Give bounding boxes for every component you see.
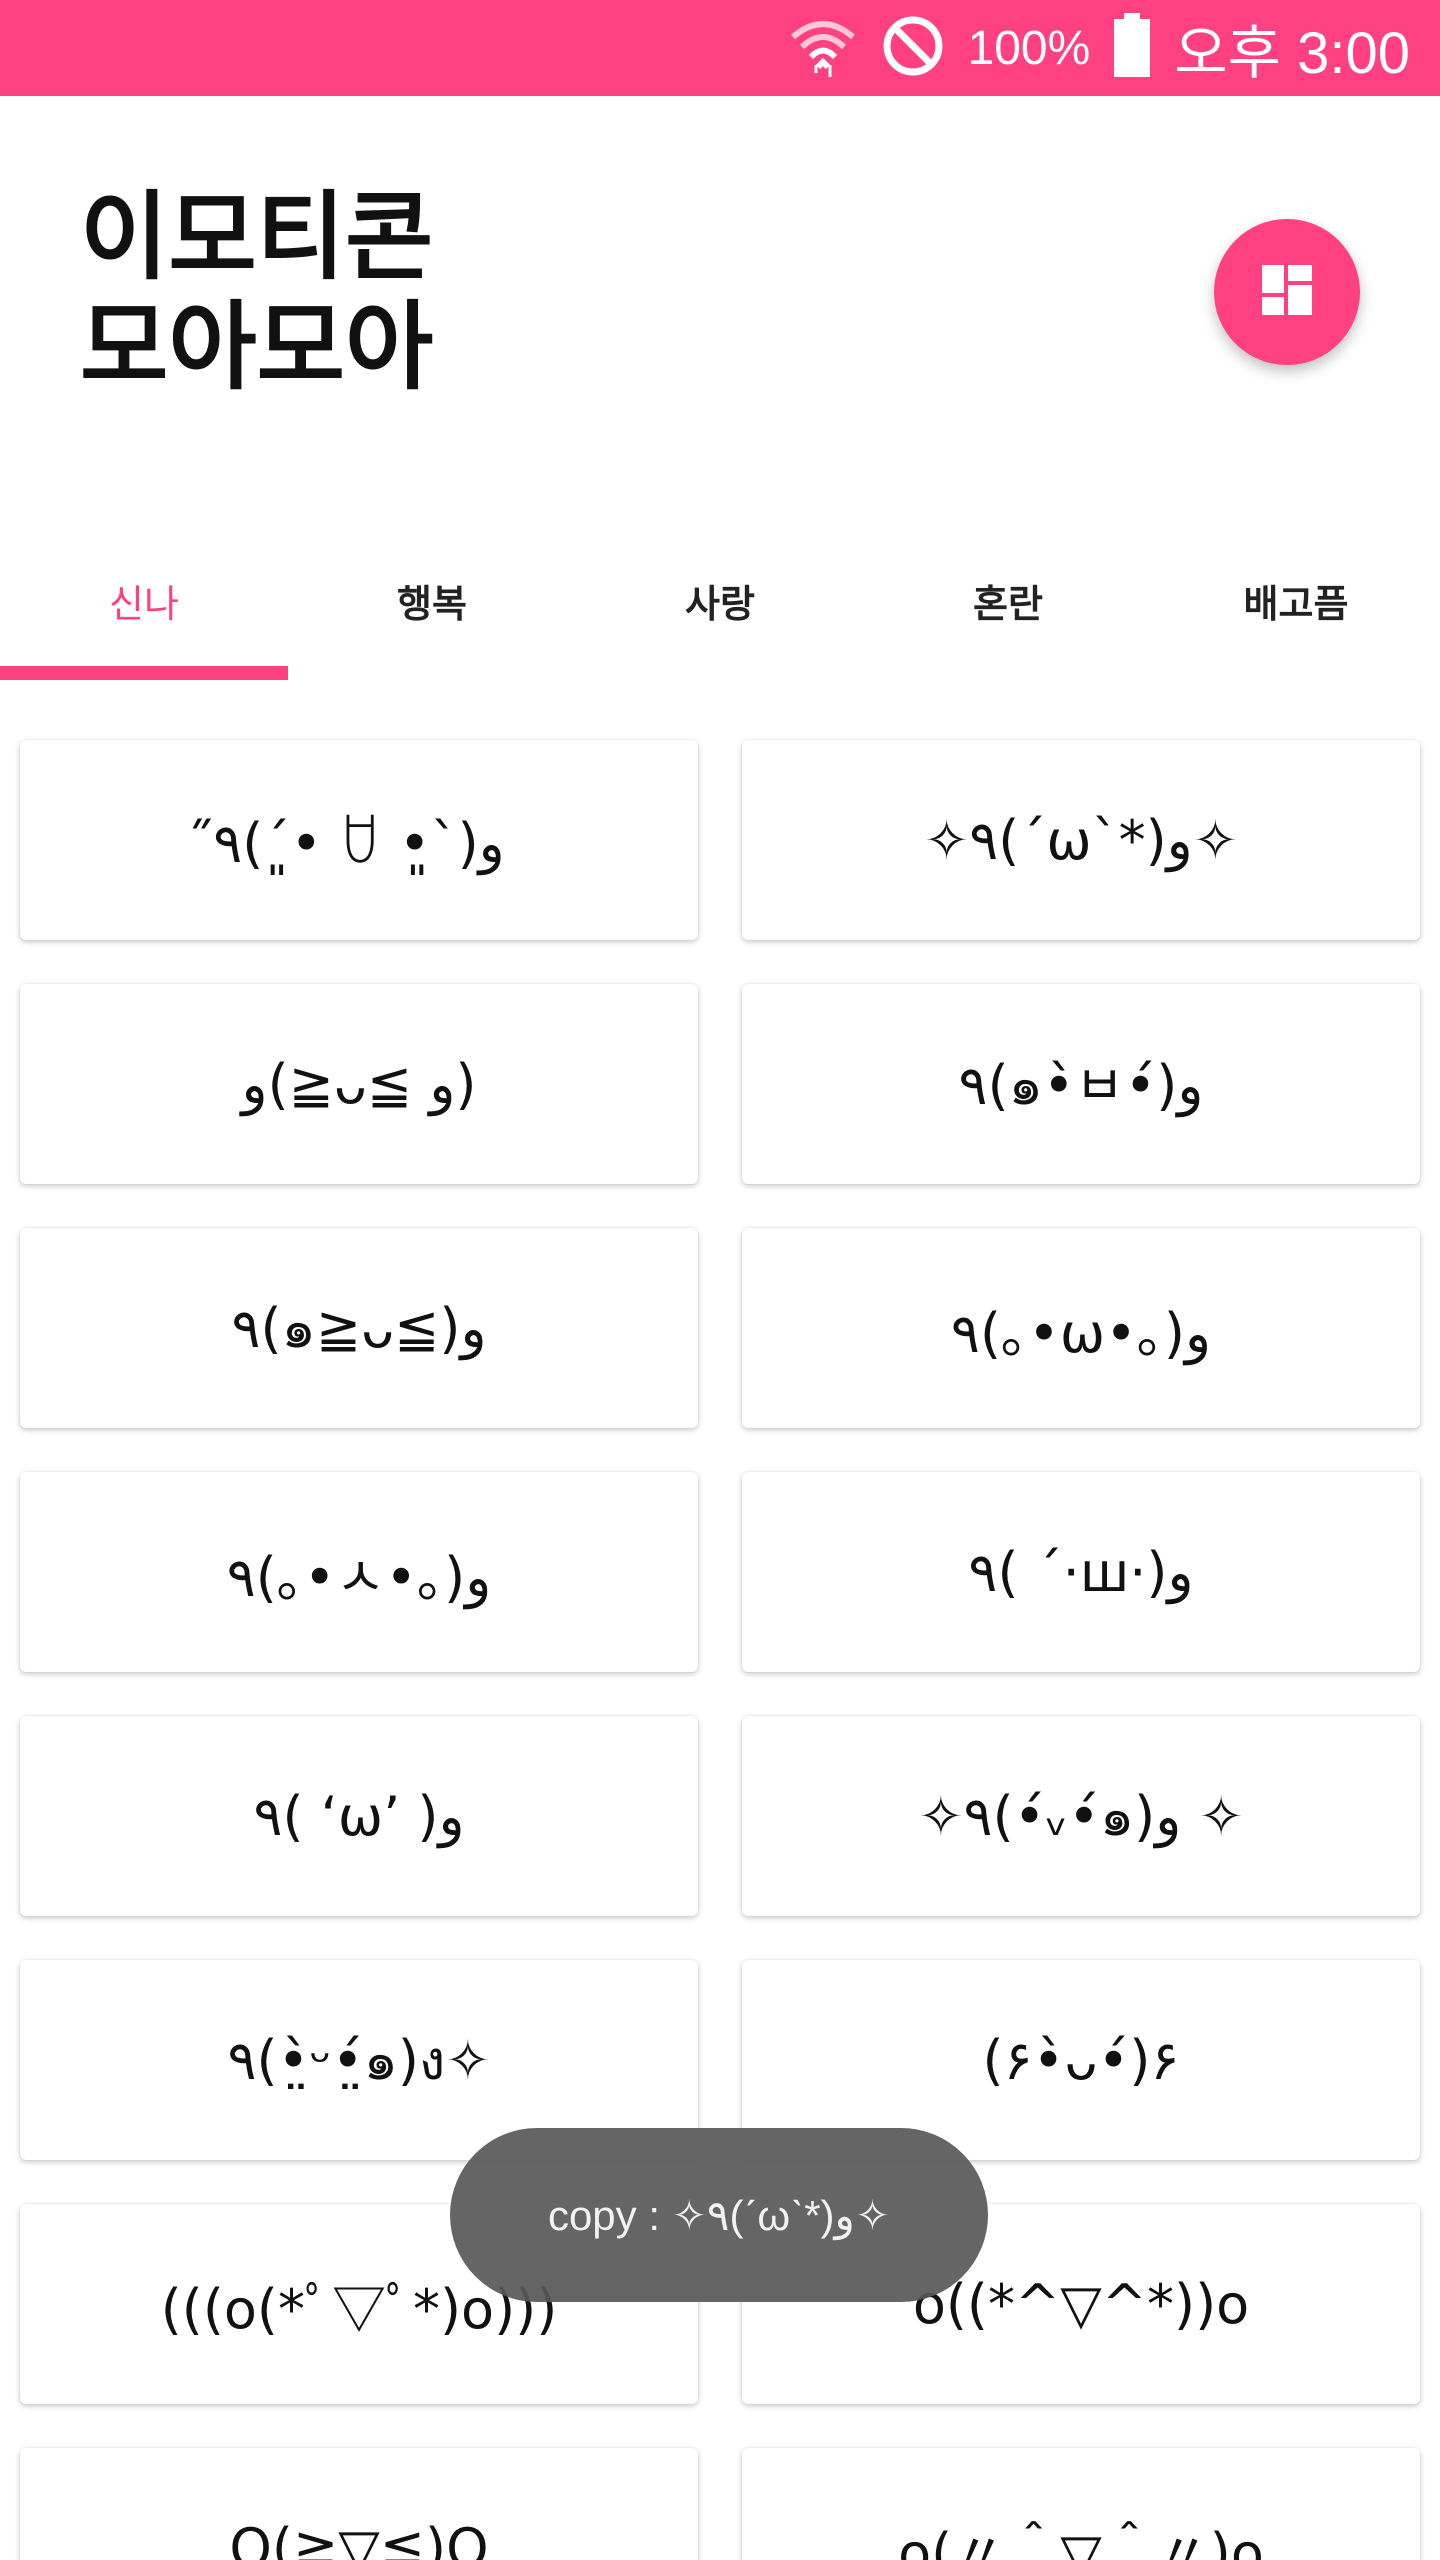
status-bar: 100% 오후 3:00 [0, 0, 1440, 96]
emoticon-text: ٩(๑•̀ㅂ•́)و [958, 1053, 1204, 1117]
tab-indicator [0, 666, 288, 680]
category-tabs: 신나 행복 사랑 혼란 배고픔 [0, 520, 1440, 680]
tab-love[interactable]: 사랑 [576, 520, 864, 680]
emoticon-text: ٩̋(ˊ•͈ ꇴ •͈ˋ)و [213, 811, 505, 875]
app-title: 이모티콘 모아모아 [80, 182, 433, 402]
emoticon-text: ٩(•̤̀ᵕ•̤́๑)ง✧ [227, 2029, 491, 2092]
emoticon-text: O(≧▽≦)O [229, 2516, 489, 2560]
wifi-icon [788, 11, 858, 85]
tab-confused[interactable]: 혼란 [864, 520, 1152, 680]
app-title-line2: 모아모아 [80, 291, 434, 403]
emoticon-text: و(≧ᴗ≦ و) [241, 1052, 477, 1116]
emoticon-text: o(〃＾▽＾〃)o [898, 2521, 1264, 2560]
emoticon-card[interactable]: ٩(｡•ω•｡)و [742, 1228, 1420, 1428]
emoticon-text: o((*^▽^*))o [912, 2272, 1250, 2336]
battery-percent: 100% [967, 21, 1091, 75]
dashboard-icon [1262, 265, 1312, 319]
emoticon-card[interactable]: O(≧▽≦)O [20, 2448, 698, 2560]
battery-icon [1112, 13, 1152, 83]
emoticon-card[interactable]: ✧٩(•́ᵥ•́๑)و ✧ [742, 1716, 1420, 1916]
status-icons: 100% 오후 3:00 [788, 0, 1410, 96]
emoticon-card[interactable]: ٩( ˊ·ш·)و [742, 1472, 1420, 1672]
emoticon-text: ٩(｡•ω•｡)و [950, 1301, 1212, 1365]
app-title-line1: 이모티콘 [80, 181, 434, 293]
emoticon-text: ٩( ˊ·ш·)و [968, 1540, 1194, 1604]
clock: 오후 3:00 [1174, 21, 1410, 86]
emoticon-card[interactable]: و(≧ᴗ≦ و) [20, 984, 698, 1184]
tab-excited[interactable]: 신나 [0, 520, 288, 680]
tab-happy[interactable]: 행복 [288, 520, 576, 680]
emoticon-text: ٩(｡•ㅅ•｡)و [226, 1545, 492, 1609]
emoticon-text: ٩( ‘ω’ )و [253, 1784, 465, 1848]
toast-text: copy : ✧٩(ˊωˋ*)و✧ [547, 2191, 891, 2239]
emoticon-text: ✧٩(ˊωˋ*)و✧ [924, 808, 1238, 872]
emoticon-card[interactable]: ٩(｡•ㅅ•｡)و [20, 1472, 698, 1672]
emoticon-text: ✧٩(•́ᵥ•́๑)و ✧ [918, 1785, 1244, 1848]
emoticon-card[interactable]: ٩̋(ˊ•͈ ꇴ •͈ˋ)و [20, 740, 698, 940]
do-not-disturb-icon [880, 13, 946, 83]
layout-fab-button[interactable] [1214, 219, 1360, 365]
emoticon-card[interactable]: ٩(๑•̀ㅂ•́)و [742, 984, 1420, 1184]
emoticon-card[interactable]: o(〃＾▽＾〃)o [742, 2448, 1420, 2560]
emoticon-text: (۶•̀ᴗ•́)۶ [982, 2028, 1180, 2092]
emoticon-text: ٩(๑≧ᴗ≦)و [231, 1297, 487, 1360]
emoticon-card[interactable]: ٩( ‘ω’ )و [20, 1716, 698, 1916]
tab-hungry[interactable]: 배고픔 [1152, 520, 1440, 680]
copy-toast: copy : ✧٩(ˊωˋ*)و✧ [450, 2128, 988, 2302]
emoticon-card[interactable]: ٩(๑≧ᴗ≦)و [20, 1228, 698, 1428]
emoticon-card[interactable]: ✧٩(ˊωˋ*)و✧ [742, 740, 1420, 940]
